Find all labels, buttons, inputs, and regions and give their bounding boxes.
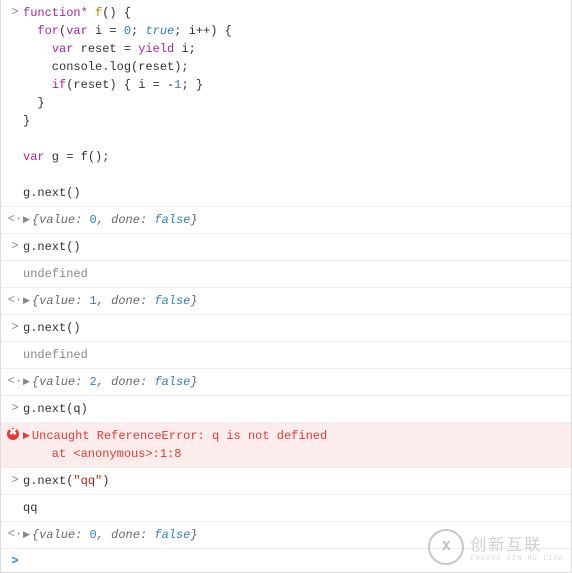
expand-triangle-icon[interactable]: ▶: [23, 295, 30, 309]
log-gutter: [7, 265, 23, 266]
watermark-sub: CHUANG XIN HU LIAN: [470, 555, 564, 563]
log-gutter: [7, 499, 23, 500]
console-input-text: g.next(): [23, 238, 565, 256]
input-chevron-icon: >: [7, 553, 23, 568]
expand-triangle-icon[interactable]: ▶: [23, 376, 30, 390]
console-log-row: undefined: [1, 342, 571, 369]
console-input-block[interactable]: > function* f() { for(var i = 0; true; i…: [1, 0, 571, 207]
console-output[interactable]: ▶{value: 1, done: false}: [23, 292, 565, 310]
output-chevron-icon: <·: [7, 292, 23, 307]
error-icon: ✖: [7, 427, 23, 440]
console-output[interactable]: ▶{value: 2, done: false}: [23, 373, 565, 391]
output-chevron-icon: <·: [7, 211, 23, 226]
code-block-content: function* f() { for(var i = 0; true; i++…: [23, 4, 565, 202]
watermark-main: 创新互联: [470, 537, 542, 555]
input-chevron-icon: >: [7, 4, 23, 19]
console-log-row: undefined: [1, 261, 571, 288]
expand-triangle-icon[interactable]: ▶: [23, 529, 30, 543]
console-output-row: <· ▶{value: 1, done: false}: [1, 288, 571, 315]
console-input-row[interactable]: > g.next(): [1, 234, 571, 261]
devtools-console: > function* f() { for(var i = 0; true; i…: [0, 0, 572, 573]
console-input-row[interactable]: > g.next(q): [1, 396, 571, 423]
console-input-row[interactable]: > g.next(): [1, 315, 571, 342]
console-log-row: qq: [1, 495, 571, 522]
console-input-text: g.next(): [23, 319, 565, 337]
console-log-text: qq: [23, 499, 565, 517]
log-gutter: [7, 346, 23, 347]
console-input-row[interactable]: > g.next("qq"): [1, 468, 571, 495]
console-output-row: <· ▶{value: 2, done: false}: [1, 369, 571, 396]
expand-triangle-icon[interactable]: ▶: [23, 214, 30, 228]
expand-triangle-icon[interactable]: ▶: [23, 430, 30, 444]
input-chevron-icon: >: [7, 238, 23, 253]
input-chevron-icon: >: [7, 319, 23, 334]
console-output[interactable]: ▶{value: 0, done: false}: [23, 211, 565, 229]
input-chevron-icon: >: [7, 400, 23, 415]
input-chevron-icon: >: [7, 472, 23, 487]
console-error-text[interactable]: ▶Uncaught ReferenceError: q is not defin…: [23, 427, 565, 463]
console-input-text: g.next("qq"): [23, 472, 565, 490]
output-chevron-icon: <·: [7, 526, 23, 541]
console-error-row: ✖ ▶Uncaught ReferenceError: q is not def…: [1, 423, 571, 468]
watermark-logo-icon: X: [428, 529, 464, 565]
output-chevron-icon: <·: [7, 373, 23, 388]
console-input-text: g.next(q): [23, 400, 565, 418]
console-log-text: undefined: [23, 346, 565, 364]
console-output-row: <· ▶{value: 0, done: false}: [1, 207, 571, 234]
console-log-text: undefined: [23, 265, 565, 283]
watermark: X 创新互联 CHUANG XIN HU LIAN: [428, 529, 564, 565]
